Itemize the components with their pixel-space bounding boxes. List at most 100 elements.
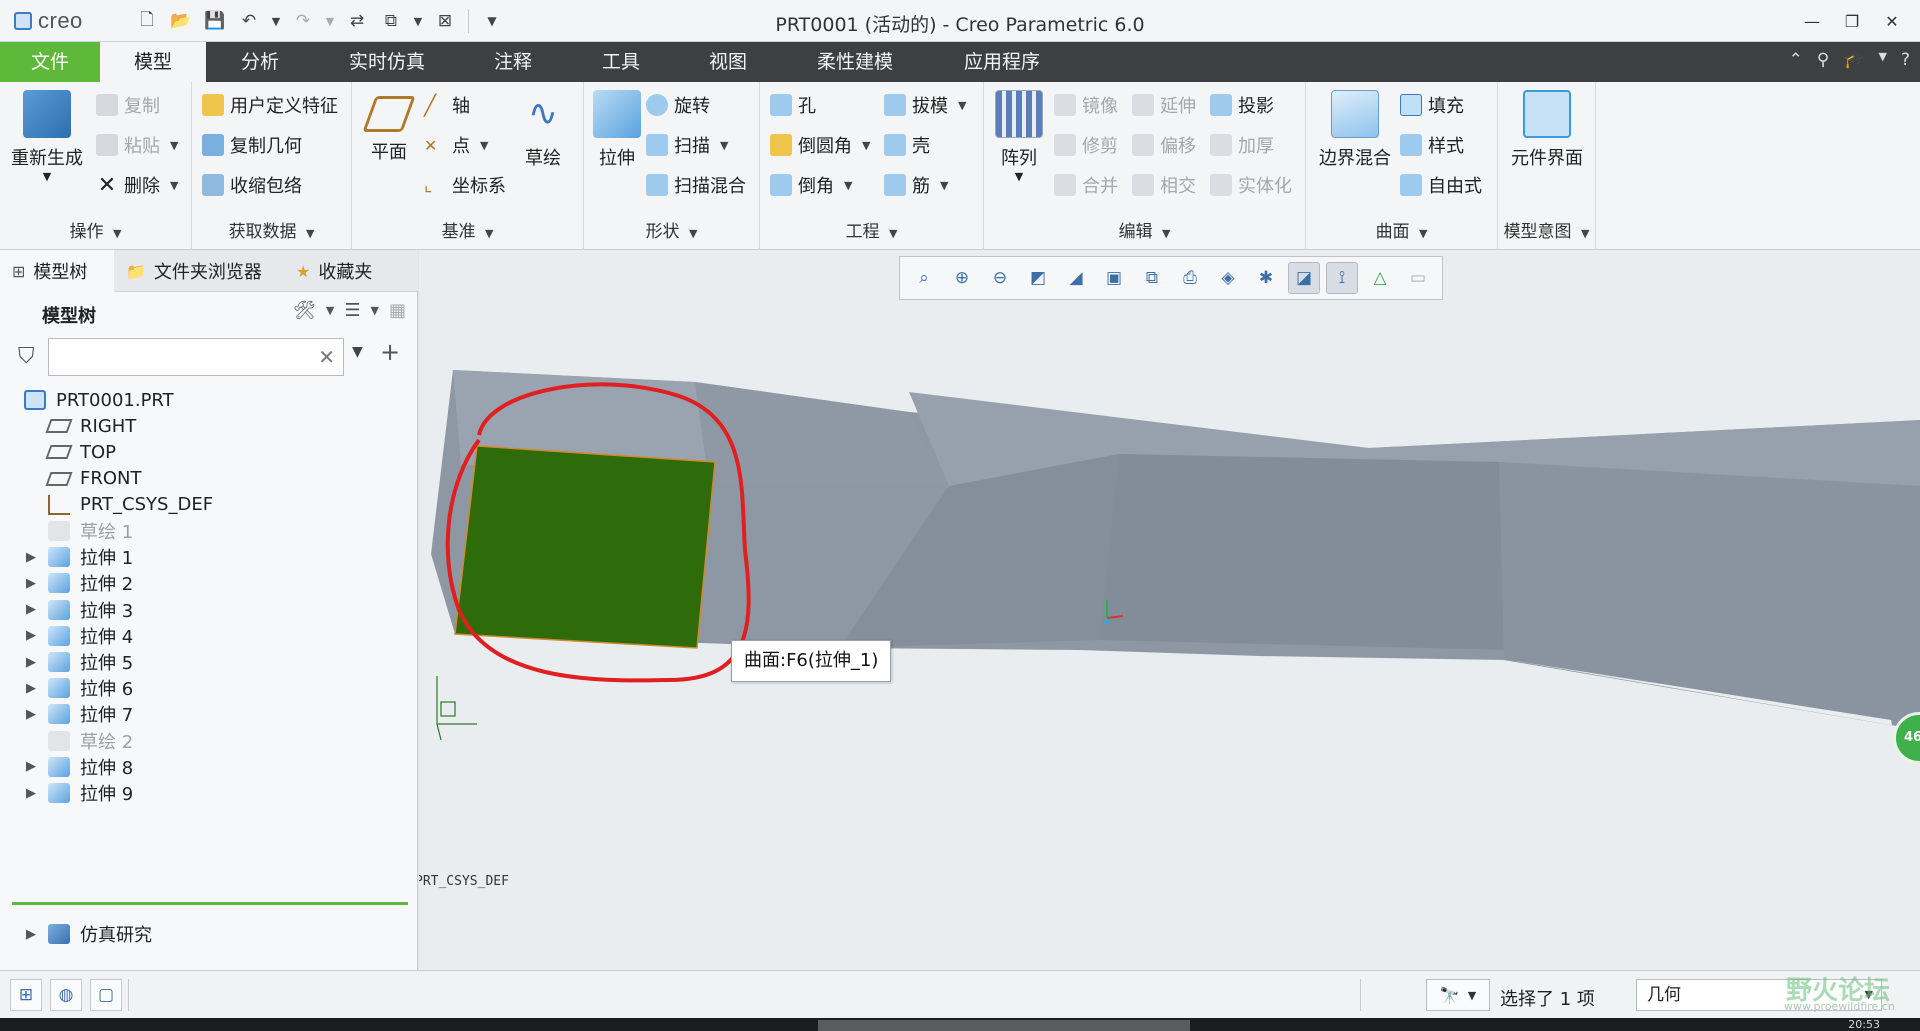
- group-get-data-label[interactable]: 获取数据 ▼: [192, 217, 351, 242]
- selection-filter-select[interactable]: 几何 ▼: [1636, 979, 1882, 1011]
- csys-button[interactable]: ⌞ 坐标系: [424, 170, 506, 200]
- group-operations-label[interactable]: 操作 ▼: [0, 217, 191, 242]
- freestyle-button[interactable]: 自由式: [1400, 170, 1482, 200]
- expand-icon[interactable]: ▶: [24, 550, 38, 565]
- settings-tools-icon[interactable]: 🛠: [293, 300, 316, 321]
- tab-model-tree[interactable]: ⊞ 模型树: [0, 250, 114, 292]
- windows-dropdown-icon[interactable]: ▼: [412, 8, 424, 34]
- expand-icon[interactable]: ▶: [24, 655, 38, 670]
- sweep-button[interactable]: 扫描 ▼: [646, 130, 728, 160]
- project-button[interactable]: 投影: [1210, 90, 1274, 120]
- thicken-button[interactable]: 加厚: [1210, 130, 1274, 160]
- column-display-icon[interactable]: ▦: [389, 300, 406, 321]
- help-icon[interactable]: ?: [1901, 50, 1910, 70]
- browser-toggle-icon[interactable]: ◍: [50, 979, 82, 1011]
- part-face-5[interactable]: [1099, 454, 1509, 650]
- spin-center-icon[interactable]: ⟟: [1326, 262, 1358, 294]
- delete-button[interactable]: ✕ 删除 ▼: [96, 170, 179, 200]
- tab-file[interactable]: 文件: [0, 42, 100, 82]
- group-engineering-label[interactable]: 工程 ▼: [760, 217, 983, 242]
- expand-icon[interactable]: ▶: [24, 576, 38, 591]
- more-dropdown-icon[interactable]: ▼: [1879, 50, 1887, 70]
- regenerate-icon[interactable]: ⇄: [344, 8, 370, 34]
- paste-button[interactable]: 粘贴 ▼: [96, 130, 178, 160]
- pattern-dropdown-icon[interactable]: ▼: [988, 170, 1050, 183]
- settings-dropdown-icon[interactable]: ▼: [326, 304, 334, 317]
- tab-tools[interactable]: 工具: [566, 42, 676, 82]
- expand-icon[interactable]: ▶: [24, 927, 38, 942]
- draft-button[interactable]: 拔模 ▼: [884, 90, 966, 120]
- reorient-icon[interactable]: ◢: [1060, 262, 1092, 294]
- tab-view[interactable]: 视图: [676, 42, 780, 82]
- shell-button[interactable]: 壳: [884, 130, 930, 160]
- undo-dropdown-icon[interactable]: ▼: [270, 8, 282, 34]
- perspective-icon[interactable]: ◈: [1212, 262, 1244, 294]
- close-window-icon[interactable]: ⊠: [432, 8, 458, 34]
- group-model-intent-label[interactable]: 模型意图 ▼: [1498, 217, 1595, 242]
- tab-applications[interactable]: 应用程序: [930, 42, 1074, 82]
- collapse-ribbon-icon[interactable]: ⌃: [1789, 50, 1803, 70]
- boundary-blend-button[interactable]: 边界混合: [1312, 90, 1398, 170]
- full-screen-icon[interactable]: ▢: [90, 979, 122, 1011]
- restore-icon[interactable]: ❐: [1832, 6, 1872, 36]
- chamfer-button[interactable]: 倒角 ▼: [770, 170, 852, 200]
- show-list-icon[interactable]: ☰: [344, 300, 360, 321]
- minimize-icon[interactable]: —: [1792, 6, 1832, 36]
- tab-analysis[interactable]: 分析: [206, 42, 314, 82]
- trim-button[interactable]: 修剪: [1054, 130, 1118, 160]
- tab-favorites[interactable]: ★ 收藏夹: [284, 250, 418, 292]
- tab-folder-browser[interactable]: 📁 文件夹浏览器: [114, 250, 284, 292]
- clear-search-icon[interactable]: ✕: [318, 345, 335, 369]
- tab-model[interactable]: 模型: [100, 42, 206, 82]
- navigator-toggle-icon[interactable]: ⊞: [10, 979, 42, 1011]
- group-shapes-label[interactable]: 形状 ▼: [584, 217, 759, 242]
- search-help-icon[interactable]: ⚲: [1817, 50, 1829, 70]
- repaint-icon[interactable]: ◩: [1022, 262, 1054, 294]
- rib-button[interactable]: 筋 ▼: [884, 170, 948, 200]
- pattern-button[interactable]: 阵列 ▼: [988, 90, 1050, 183]
- undo-icon[interactable]: ↶: [236, 8, 262, 34]
- regenerate-dropdown-icon[interactable]: ▼: [8, 170, 86, 183]
- plane-button[interactable]: 平面: [358, 90, 420, 164]
- sketch-button[interactable]: ∿ 草绘: [512, 90, 574, 170]
- redo-icon[interactable]: ↷: [290, 8, 316, 34]
- expand-icon[interactable]: ▶: [24, 759, 38, 774]
- group-surfaces-label[interactable]: 曲面 ▼: [1306, 217, 1497, 242]
- swept-blend-button[interactable]: 扫描混合: [646, 170, 746, 200]
- round-button[interactable]: 倒圆角 ▼: [770, 130, 870, 160]
- solidify-button[interactable]: 实体化: [1210, 170, 1292, 200]
- selected-surface[interactable]: [454, 445, 716, 649]
- saved-views-icon[interactable]: ⧉: [1136, 262, 1168, 294]
- customize-qat-icon[interactable]: ▼: [479, 8, 505, 34]
- new-file-icon[interactable]: 🗋: [134, 8, 160, 34]
- tree-item-simulation-study[interactable]: ▶ 仿真研究: [24, 918, 152, 950]
- tree-search-input[interactable]: ✕: [48, 338, 344, 376]
- annotation-display-icon[interactable]: ◪: [1288, 262, 1320, 294]
- learning-connector-icon[interactable]: 🎓: [1843, 50, 1864, 70]
- merge-button[interactable]: 合并: [1054, 170, 1118, 200]
- expand-icon[interactable]: ▶: [24, 602, 38, 617]
- display-style-icon[interactable]: ▣: [1098, 262, 1130, 294]
- part-face-6[interactable]: [1499, 462, 1920, 730]
- point-button[interactable]: ✕ 点 ▼: [424, 130, 488, 160]
- component-interface-button[interactable]: 元件界面: [1498, 90, 1596, 170]
- filter-icon[interactable]: ⛉: [18, 344, 35, 369]
- tab-live-simulation[interactable]: 实时仿真: [314, 42, 460, 82]
- extrude-button[interactable]: 拉伸: [586, 90, 648, 170]
- close-icon[interactable]: ✕: [1872, 6, 1912, 36]
- intersect-button[interactable]: 相交: [1132, 170, 1196, 200]
- copy-button[interactable]: 复制: [96, 90, 160, 120]
- expand-icon[interactable]: ▶: [24, 681, 38, 696]
- zoom-out-icon[interactable]: ⊖: [984, 262, 1016, 294]
- model-scene[interactable]: [419, 250, 1920, 970]
- analysis-display-icon[interactable]: △: [1364, 262, 1396, 294]
- tree-item[interactable]: ▶ 拉伸 9: [24, 777, 133, 809]
- regenerate-button[interactable]: 重新生成 ▼: [8, 90, 86, 183]
- revolve-button[interactable]: 旋转: [646, 90, 710, 120]
- extend-button[interactable]: 延伸: [1132, 90, 1196, 120]
- axis-button[interactable]: ╱ 轴: [424, 90, 470, 120]
- udf-button[interactable]: 用户定义特征: [202, 90, 338, 120]
- open-folder-icon[interactable]: 📂: [168, 8, 194, 34]
- windows-icon[interactable]: ⧉: [378, 8, 404, 34]
- add-filter-icon[interactable]: +: [380, 338, 400, 366]
